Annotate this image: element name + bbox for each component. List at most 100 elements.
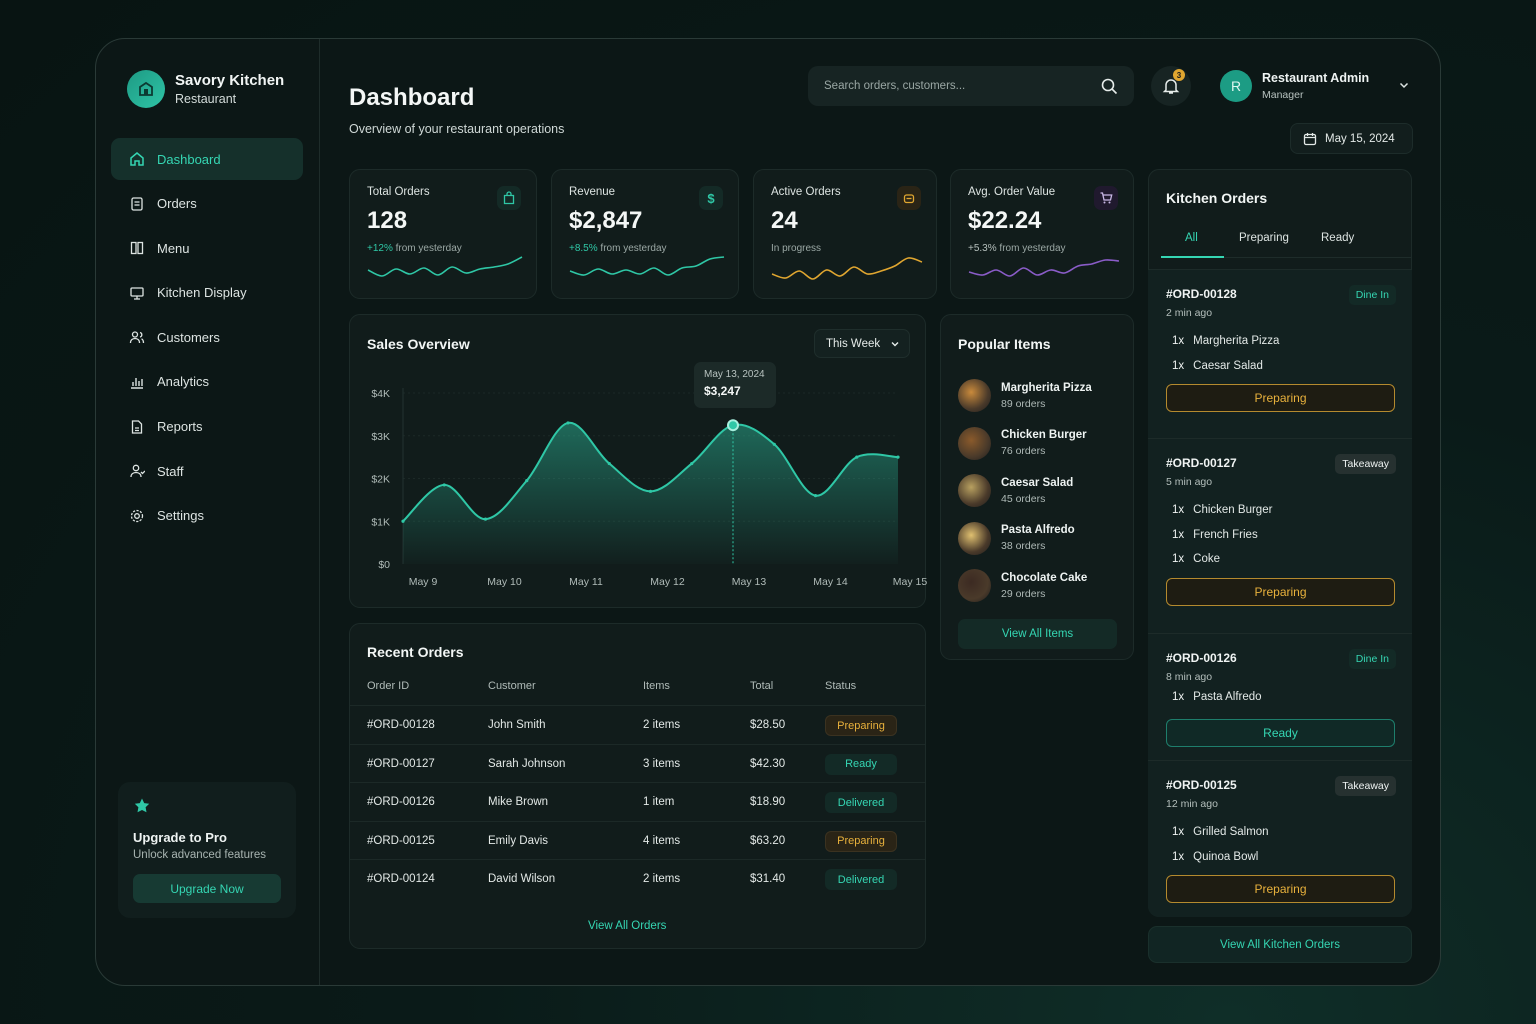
kitchen-order-id: #ORD-00127 <box>1166 456 1237 470</box>
stat-card-avg-order-value[interactable]: Avg. Order Value $22.24 +5.3% from yeste… <box>950 169 1134 299</box>
order-total: $63.20 <box>750 834 786 847</box>
data-point[interactable] <box>690 461 694 466</box>
order-total: $18.90 <box>750 796 786 808</box>
sidebar-item-kitchen-display[interactable]: Kitchen Display <box>111 272 303 314</box>
sidebar-item-settings[interactable]: Settings <box>111 495 303 537</box>
order-id: #ORD-00126 <box>367 796 435 808</box>
y-tick-label: $3K <box>371 431 390 443</box>
tab-all[interactable]: All <box>1185 232 1198 244</box>
order-total: $42.30 <box>750 757 786 770</box>
order-status-button[interactable]: Ready <box>1166 718 1395 747</box>
kitchen-order-card[interactable]: #ORD-00128 2 min ago Dine In 1x Margherita P… <box>1148 269 1412 438</box>
view-all-orders-link[interactable]: View All Orders <box>588 920 666 932</box>
highlighted-point[interactable] <box>727 419 739 432</box>
upgrade-title: Upgrade to Pro <box>133 830 227 845</box>
view-all-kitchen-orders-button[interactable]: View All Kitchen Orders <box>1148 926 1412 963</box>
order-status-button[interactable]: Preparing <box>1166 384 1395 412</box>
table-row[interactable]: #ORD-00126 Mike Brown 1 item $18.90 Delivere… <box>350 782 925 821</box>
order-total: $28.50 <box>750 719 786 731</box>
tab-preparing[interactable]: Preparing <box>1239 232 1289 244</box>
data-point[interactable] <box>566 421 570 425</box>
tab-ready[interactable]: Ready <box>1321 232 1354 244</box>
user-menu[interactable]: R Restaurant Admin Manager <box>1220 70 1369 102</box>
kitchen-order-card[interactable]: #ORD-00125 12 min ago Takeaway 1x Grilled Sa… <box>1148 760 1412 917</box>
item-orders: 89 orders <box>1001 397 1046 410</box>
sidebar-item-label: Reports <box>157 419 203 435</box>
sidebar: Savory Kitchen Restaurant Dashboard Orde… <box>96 39 320 985</box>
brand[interactable]: Savory Kitchen Restaurant <box>127 70 284 108</box>
list-item[interactable]: Caesar Salad 45 orders <box>958 474 1073 507</box>
upgrade-now-button[interactable]: Upgrade Now <box>133 874 281 903</box>
search-input[interactable] <box>824 80 1074 92</box>
customer-name: Sarah Johnson <box>488 757 566 770</box>
order-id: #ORD-00125 <box>367 834 435 847</box>
stat-card-revenue[interactable]: Revenue $2,847 +8.5% from yesterday $ <box>551 169 739 299</box>
food-thumbnail-icon <box>958 379 991 412</box>
bag-icon <box>497 186 521 210</box>
kitchen-order-time: 5 min ago <box>1166 476 1213 488</box>
order-status-button[interactable]: Preparing <box>1166 577 1395 606</box>
data-point[interactable] <box>525 479 529 483</box>
sidebar-item-analytics[interactable]: Analytics <box>111 361 303 403</box>
data-point[interactable] <box>813 494 818 498</box>
kitchen-order-line: 1x Chicken Burger <box>1172 504 1273 516</box>
list-item[interactable]: Chocolate Cake 29 orders <box>958 569 1087 602</box>
users-icon <box>129 331 145 344</box>
item-orders: 29 orders <box>1001 587 1046 600</box>
star-icon <box>134 798 150 813</box>
table-row[interactable]: #ORD-00125 Emily Davis 4 items $63.20 Prepar… <box>350 820 925 860</box>
recent-orders-title: Recent Orders <box>367 644 464 660</box>
food-thumbnail-icon <box>958 521 991 555</box>
data-point[interactable] <box>442 483 446 487</box>
page-subtitle: Overview of your restaurant operations <box>349 122 565 136</box>
popular-items-card: Popular Items Margherita Pizza 89 orders C… <box>940 314 1134 660</box>
list-item[interactable]: Margherita Pizza 89 orders <box>958 379 1092 412</box>
data-point[interactable] <box>483 517 488 521</box>
data-point[interactable] <box>607 461 611 466</box>
order-id: #ORD-00127 <box>367 757 435 770</box>
kitchen-order-line: 1x Caesar Salad <box>1172 359 1263 372</box>
search-icon[interactable] <box>1101 78 1118 95</box>
stat-change: +8.5% from yesterday <box>569 243 667 254</box>
stat-value: 24 <box>771 207 798 234</box>
sidebar-item-dashboard[interactable]: Dashboard <box>111 138 303 180</box>
list-item[interactable]: Pasta Alfredo 38 orders <box>958 521 1075 555</box>
view-all-items-button[interactable]: View All Items <box>958 619 1117 649</box>
stat-change: +12% from yesterday <box>367 243 462 254</box>
kitchen-order-card[interactable]: #ORD-00126 8 min ago Dine In 1x Pasta Alfred… <box>1148 633 1412 760</box>
order-type-badge: Dine In <box>1348 649 1396 669</box>
sidebar-item-customers[interactable]: Customers <box>111 316 303 358</box>
table-row[interactable]: #ORD-00124 David Wilson 2 items $31.40 Deliv… <box>350 859 925 898</box>
item-orders: 38 orders <box>1001 540 1046 552</box>
date-picker[interactable]: May 15, 2024 <box>1290 123 1413 154</box>
col-items: Items <box>643 680 670 692</box>
stat-card-active-orders[interactable]: Active Orders 24 In progress <box>753 169 937 299</box>
sidebar-item-orders[interactable]: Orders <box>111 183 303 225</box>
table-row[interactable]: #ORD-00127 Sarah Johnson 3 items $42.30 Read… <box>350 743 925 783</box>
data-point[interactable] <box>401 519 405 523</box>
item-orders: 76 orders <box>1001 445 1046 457</box>
order-status-button[interactable]: Preparing <box>1166 875 1395 903</box>
sidebar-item-staff[interactable]: Staff <box>111 450 303 492</box>
data-point[interactable] <box>772 442 776 446</box>
sidebar-item-menu[interactable]: Menu <box>111 227 303 269</box>
menu-icon <box>130 242 144 255</box>
brand-title: Savory Kitchen <box>175 72 285 89</box>
x-tick-label: May 9 <box>409 576 438 588</box>
notification-button[interactable]: 3 <box>1151 66 1191 106</box>
sales-chart[interactable]: $0 $1K $2K $3K $4K May 9 May 10 May 11 May 12 Ma… <box>350 315 927 609</box>
chevron-down-icon[interactable] <box>1398 79 1410 91</box>
sidebar-item-label: Orders <box>157 196 197 212</box>
item-name: Pasta Alfredo <box>1001 524 1075 536</box>
table-row[interactable]: #ORD-00128 John Smith 2 items $28.50 Prepari… <box>350 705 925 744</box>
data-point[interactable] <box>648 489 653 493</box>
data-point[interactable] <box>855 455 859 459</box>
sidebar-item-label: Menu <box>157 240 190 256</box>
data-point[interactable] <box>896 455 900 459</box>
list-item[interactable]: Chicken Burger 76 orders <box>958 426 1087 460</box>
kitchen-order-card[interactable]: #ORD-00127 5 min ago Takeaway 1x Chicken Bur… <box>1148 438 1412 633</box>
stat-value: $22.24 <box>968 207 1042 234</box>
kitchen-orders-title: Kitchen Orders <box>1166 190 1268 206</box>
sidebar-item-reports[interactable]: Reports <box>111 406 303 448</box>
stat-card-total-orders[interactable]: Total Orders 128 +12% from yesterday <box>349 169 537 299</box>
